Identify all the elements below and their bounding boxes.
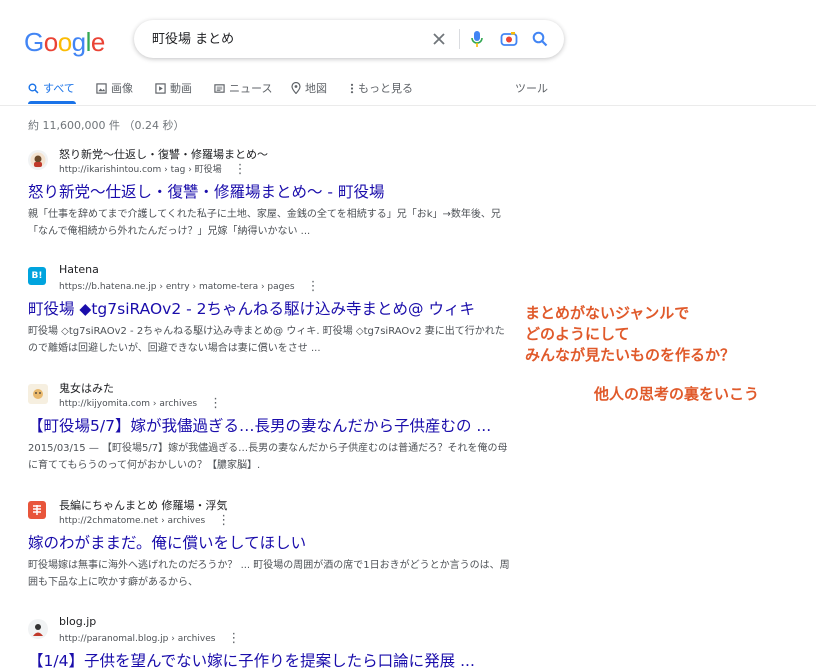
news-icon [214,83,225,93]
annotation-line: どのようにして [525,325,630,343]
result-snippet: 親「仕事を辞めてまで介護してくれた私子に土地、家屋、金銭の全てを相続する」兄「お… [28,209,501,237]
tab-news[interactable]: ニュース [214,80,272,96]
tab-images[interactable]: 画像 [96,80,133,96]
url-text: http://ikarishintou.com › tag › 町役場 [59,165,222,175]
search-tabs: すべて 画像 動画 ニュース 地図 もっと見る ツール [0,78,816,106]
more-vert-icon[interactable]: ⋮ [217,513,230,528]
annotation-advice: 他人の思考の裏をいこう [594,385,760,403]
active-tab-indicator [28,101,76,104]
tab-label: ニュース [229,82,273,95]
search-input[interactable] [150,29,424,46]
result-snippet: 町役場 ◇tg7siRAOv2 - 2ちゃんねる駆け込み寺まとめ@ ウィキ. 町… [28,326,505,354]
site-url: http://ikarishintou.com › tag › 町役場 ⋮ [59,162,247,177]
tab-more[interactable]: もっと見る [350,80,413,96]
result-title-link[interactable]: 【1/4】子供を望んでない嫁に子作りを提案したら口論に発展 ... [28,649,508,671]
site-name: 怒り新党〜仕返し・復讐・修羅場まとめ〜 [59,148,268,161]
result-snippet: 町役場嫁は無事に海外へ逃げれたのだろうか？ ... 町役場の周囲が酒の席で1日お… [28,560,510,588]
logo-letter: G [24,27,44,57]
result-title-link[interactable]: 【町役場5/7】嫁が我儘過ぎる…長男の妻なんだから子供産むの ... [28,414,508,436]
more-vert-icon[interactable]: ⋮ [234,162,247,177]
result-title-link[interactable]: 嫁のわがままだ。俺に償いをしてほしい [28,531,508,553]
result-title-link[interactable]: 怒り新党〜仕返し・復讐・修羅場まとめ〜 - 町役場 [28,180,508,202]
more-vert-icon[interactable]: ⋮ [307,279,320,294]
tab-label: 地図 [305,82,327,95]
site-url: http://kijyomita.com › archives ⋮ [59,396,222,411]
url-text: http://2chmatome.net › archives [59,516,206,526]
search-result: 長編にちゃんまとめ 修羅場・浮気 http://2chmatome.net › … [28,497,510,591]
favicon [28,150,48,170]
logo-letter: o [57,27,72,57]
site-name: 長編にちゃんまとめ 修羅場・浮気 [59,499,228,512]
tools-button[interactable]: ツール [515,80,548,96]
tab-label: 画像 [111,82,133,95]
tab-label: もっと見る [358,82,413,95]
logo-letter: g [71,27,86,57]
close-icon[interactable] [430,30,448,48]
google-logo[interactable]: Google [24,27,105,58]
more-vert-icon [350,83,354,93]
camera-lens-icon[interactable] [500,30,518,48]
favicon [28,384,48,404]
search-icon[interactable] [531,30,549,48]
logo-letter: o [43,27,58,57]
pin-icon [291,82,301,94]
site-url: http://paranomal.blog.jp › archives ⋮ [59,631,240,646]
site-name: 鬼女はみた [59,382,114,395]
logo-letter: e [90,27,105,57]
annotation-line: みんなが見たいものを作るか？ [525,346,736,364]
search-result: 怒り新党〜仕返し・復讐・修羅場まとめ〜 http://ikarishintou.… [28,146,508,240]
url-text: http://kijyomita.com › archives [59,399,198,409]
search-icon [28,82,39,94]
tab-maps[interactable]: 地図 [291,80,327,96]
divider [459,29,460,49]
site-url: https://b.hatena.ne.jp › entry › matome-… [59,279,320,294]
favicon: B! [28,267,46,285]
site-url: http://2chmatome.net › archives ⋮ [59,513,230,528]
tools-label: ツール [515,82,548,95]
annotation-line: まとめがないジャンルで [525,304,690,322]
favicon [28,619,48,639]
annotation-question: まとめがないジャンルで どのようにして みんなが見たいものを作るか？ [525,303,735,366]
url-text: https://b.hatena.ne.jp › entry › matome-… [59,282,295,292]
result-snippet: 2015/03/15 — 【町役場5/7】嫁が我儘過ぎる…長男の妻なんだから子供… [28,443,508,471]
more-vert-icon[interactable]: ⋮ [227,631,240,646]
tab-all[interactable]: すべて [28,80,75,96]
search-result: B! Hatena https://b.hatena.ne.jp › entry… [28,263,508,357]
more-vert-icon[interactable]: ⋮ [209,396,222,411]
search-box [134,20,564,58]
tab-label: すべて [43,82,75,95]
url-text: http://paranomal.blog.jp › archives [59,634,216,644]
tab-videos[interactable]: 動画 [155,80,192,96]
site-name: Hatena [59,263,99,276]
favicon [28,501,46,519]
mic-icon[interactable] [468,30,486,48]
image-icon [96,82,107,94]
result-title-link[interactable]: 町役場 ◆tg7siRAOv2 - 2ちゃんねる駆け込み寺まとめ@ ウィキ [28,297,508,319]
result-stats: 約 11,600,000 件 （0.24 秒） [28,119,185,132]
site-name: blog.jp [59,615,97,628]
tab-label: 動画 [170,82,192,95]
search-result: 鬼女はみた http://kijyomita.com › archives ⋮ 【… [28,380,508,474]
search-result: blog.jp http://paranomal.blog.jp › archi… [28,615,508,671]
play-icon [155,82,166,94]
